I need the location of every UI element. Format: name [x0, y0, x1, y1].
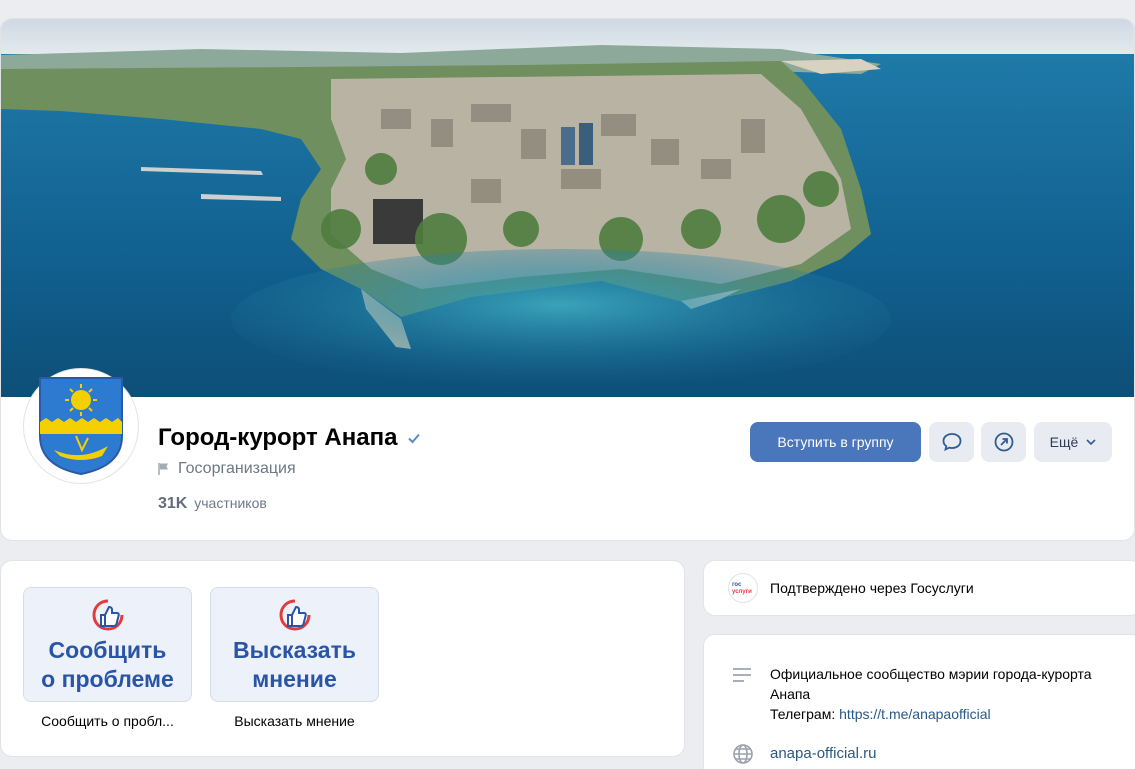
gosuslugi-logo-icon: гос услуги — [728, 573, 758, 603]
app-tile-line2: мнение — [252, 666, 337, 692]
share-icon — [994, 432, 1013, 452]
share-button[interactable] — [981, 422, 1026, 462]
thumbs-up-logo-icon — [278, 599, 310, 631]
app-caption-report-problem[interactable]: Сообщить о пробл... — [20, 713, 195, 729]
telegram-link[interactable]: https://t.me/anapaofficial — [839, 706, 991, 722]
group-name: Город-курорт Анапа — [158, 424, 398, 451]
chevron-down-icon — [1086, 439, 1096, 445]
coat-of-arms-icon — [39, 377, 123, 476]
group-avatar[interactable] — [23, 368, 139, 484]
group-type: Госорганизация — [158, 460, 296, 478]
verified-icon — [408, 433, 421, 444]
website-link[interactable]: anapa-official.ru — [770, 745, 876, 762]
group-type-label: Госорганизация — [178, 460, 296, 477]
more-label: Ещё — [1049, 434, 1079, 450]
app-tile-report-problem[interactable]: Сообщить о проблеме — [23, 587, 192, 702]
group-title: Город-курорт Анапа — [158, 424, 421, 452]
group-description: Официальное сообщество мэрии города-куро… — [770, 664, 1110, 724]
gosuslugi-verified-card[interactable]: гос услуги Подтверждено через Госуслуги — [703, 560, 1135, 616]
thumbs-up-logo-icon — [91, 599, 123, 631]
group-header-card: Город-курорт Анапа Госорганизация 31K уч… — [0, 18, 1135, 541]
members-number: 31K — [158, 495, 188, 512]
telegram-label: Телеграм: — [770, 706, 836, 722]
gosuslugi-logo-text-1: гос — [732, 582, 742, 588]
app-tile-share-opinion[interactable]: Высказать мнение — [210, 587, 379, 702]
more-button[interactable]: Ещё — [1034, 422, 1112, 462]
gosuslugi-label: Подтверждено через Госуслуги — [770, 580, 974, 596]
message-icon — [942, 433, 961, 452]
flag-icon — [158, 463, 168, 475]
gosuslugi-logo-text-2: услуги — [732, 589, 752, 595]
globe-icon — [733, 744, 753, 764]
description-text: Официальное сообщество мэрии города-куро… — [770, 666, 1092, 702]
description-icon — [733, 668, 751, 682]
telegram-line: Телеграм: https://t.me/anapaofficial — [770, 704, 1110, 724]
app-tile-line1: Сообщить — [48, 637, 167, 663]
members-count[interactable]: 31K участников — [158, 495, 267, 513]
app-tile-line2: о проблеме — [41, 666, 174, 692]
info-card: Официальное сообщество мэрии города-куро… — [703, 634, 1135, 769]
app-tile-line1: Высказать — [233, 637, 356, 663]
members-label: участников — [194, 495, 267, 511]
app-tile-text: Высказать мнение — [233, 636, 356, 694]
message-button[interactable] — [929, 422, 974, 462]
app-caption-share-opinion[interactable]: Высказать мнение — [207, 713, 382, 729]
cover-image — [1, 19, 1134, 397]
join-group-button[interactable]: Вступить в группу — [750, 422, 921, 462]
app-tile-text: Сообщить о проблеме — [41, 636, 174, 694]
apps-block: Сообщить о проблеме Сообщить о пробл... … — [0, 560, 685, 757]
